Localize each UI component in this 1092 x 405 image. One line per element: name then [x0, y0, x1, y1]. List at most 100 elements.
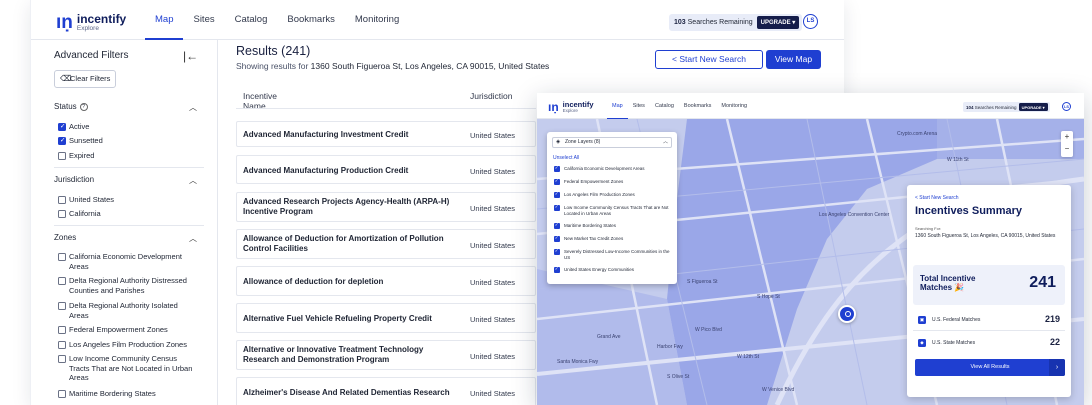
- filter-checkbox-california[interactable]: California: [58, 209, 101, 219]
- filter-checkbox-zone[interactable]: Delta Regional Authority Isolated Areas: [58, 301, 193, 320]
- filter-checkbox-zone[interactable]: Los Angeles Film Production Zones: [58, 340, 193, 350]
- map-window: ıṇ incentify Explore Map Sites Catalog B…: [537, 93, 1084, 405]
- filter-checkbox-sunsetted[interactable]: Sunsetted: [58, 136, 103, 146]
- layer-checkbox[interactable]: California Economic Development Areas: [554, 165, 672, 172]
- tab-map[interactable]: Map: [607, 93, 628, 119]
- searches-label: Searches Remaining: [687, 19, 753, 26]
- map-canvas[interactable]: Los Angeles Convention Center Crypto.com…: [537, 119, 1084, 405]
- layer-checkbox[interactable]: Los Angeles Film Production Zones: [554, 191, 672, 198]
- brand-logo[interactable]: ıṇ incentify Explore: [548, 100, 594, 114]
- filter-checkbox-zone[interactable]: Federal Empowerment Zones: [58, 325, 193, 335]
- start-new-search-button[interactable]: < Start New Search: [655, 50, 763, 69]
- checkbox[interactable]: [58, 210, 66, 218]
- checkbox[interactable]: [58, 302, 66, 310]
- table-row[interactable]: Alternative or Innovative Treatment Tech…: [236, 340, 536, 370]
- layer-checkbox[interactable]: Severely Distressed Low-Income Communiti…: [554, 248, 672, 261]
- brand-logo[interactable]: ıṇ incentify Explore: [56, 12, 126, 34]
- filter-checkbox-active[interactable]: Active: [58, 122, 89, 132]
- map-label: Harbor Fwy: [657, 344, 683, 350]
- start-new-search-link[interactable]: < Start New Search: [915, 195, 959, 201]
- location-pin-icon[interactable]: [838, 305, 856, 323]
- layer-checkbox[interactable]: Maritime Bordering States: [554, 222, 672, 229]
- tab-map[interactable]: Map: [145, 0, 184, 40]
- table-row[interactable]: Allowance of deduction for depletion Unit…: [236, 266, 536, 296]
- row-jurisdiction: United States: [470, 352, 516, 361]
- checkbox[interactable]: [58, 390, 66, 398]
- total-matches-box: Total Incentive Matches 🎉 241: [913, 265, 1065, 305]
- chevron-up-icon[interactable]: ︿: [189, 233, 197, 244]
- tab-monitoring[interactable]: Monitoring: [716, 93, 752, 119]
- upgrade-button[interactable]: UPGRADE ▾: [1018, 103, 1048, 111]
- tab-catalog[interactable]: Catalog: [225, 0, 278, 40]
- table-row[interactable]: Advanced Manufacturing Production Credit…: [236, 155, 536, 184]
- zones-section-header[interactable]: Zones: [54, 233, 76, 242]
- tab-monitoring[interactable]: Monitoring: [345, 0, 409, 40]
- chevron-up-icon[interactable]: ︿: [189, 175, 197, 186]
- tab-bookmarks[interactable]: Bookmarks: [679, 93, 717, 119]
- table-row[interactable]: Alzheimer's Disease And Related Dementia…: [236, 377, 536, 405]
- layer-checkbox[interactable]: Federal Empowerment Zones: [554, 178, 672, 185]
- checkbox-checked[interactable]: [554, 222, 560, 229]
- filter-checkbox-united-states[interactable]: United States: [58, 195, 114, 205]
- table-row[interactable]: Alternative Fuel Vehicle Refueling Prope…: [236, 303, 536, 333]
- filter-checkbox-zone[interactable]: Delta Regional Authority Distressed Coun…: [58, 276, 193, 295]
- tab-sites[interactable]: Sites: [628, 93, 650, 119]
- avatar[interactable]: LS: [1062, 102, 1071, 111]
- filter-checkbox-zone[interactable]: California Economic Development Areas: [58, 252, 193, 271]
- filter-checkbox-expired[interactable]: Expired: [58, 151, 94, 161]
- tab-catalog[interactable]: Catalog: [650, 93, 679, 119]
- collapse-sidebar-icon[interactable]: |←: [183, 49, 198, 63]
- checkbox[interactable]: [58, 326, 66, 334]
- row-jurisdiction: United States: [470, 241, 516, 250]
- filter-checkbox-zone[interactable]: Low Income Community Census Tracts That …: [58, 354, 193, 383]
- tab-bookmarks[interactable]: Bookmarks: [277, 0, 345, 40]
- filters-title: Advanced Filters: [54, 50, 129, 61]
- checkbox-checked[interactable]: [554, 204, 560, 211]
- status-section-header[interactable]: Status?: [54, 102, 88, 111]
- map-label: Los Angeles Convention Center: [819, 212, 890, 218]
- checkbox-checked[interactable]: [554, 191, 560, 198]
- checkbox-checked[interactable]: [554, 178, 560, 185]
- tab-sites[interactable]: Sites: [183, 0, 224, 40]
- checkbox[interactable]: [58, 196, 66, 204]
- checkbox-checked[interactable]: [554, 235, 560, 242]
- table-row[interactable]: Allowance of Deduction for Amortization …: [236, 229, 536, 259]
- checkbox-checked[interactable]: [58, 122, 66, 132]
- checkbox-checked[interactable]: [554, 165, 560, 172]
- checkbox-checked[interactable]: [58, 136, 66, 146]
- checkbox[interactable]: [58, 341, 66, 349]
- checkbox[interactable]: [58, 152, 66, 160]
- checkbox[interactable]: [58, 277, 66, 285]
- help-icon[interactable]: ?: [79, 102, 88, 111]
- table-row[interactable]: Advanced Manufacturing Investment Credit…: [236, 121, 536, 147]
- checkbox[interactable]: [58, 355, 66, 363]
- chevron-up-icon[interactable]: ︿: [189, 102, 197, 113]
- screenshot-stage: ıṇ incentify Explore Map Sites Catalog B…: [0, 0, 1092, 405]
- jurisdiction-section-header[interactable]: Jurisdiction: [54, 175, 94, 184]
- table-row[interactable]: Advanced Research Projects Agency-Health…: [236, 192, 536, 222]
- filter-checkbox-zone[interactable]: Maritime Bordering States: [58, 389, 193, 399]
- total-matches-value: 241: [1029, 274, 1056, 291]
- checkbox-checked[interactable]: [554, 266, 560, 273]
- column-header-jurisdiction[interactable]: Jurisdiction: [470, 91, 513, 101]
- unselect-all-link[interactable]: Unselect All: [553, 155, 579, 161]
- zone-layers-dropdown[interactable]: ◈ Zone Layers (8) ︿: [552, 137, 672, 148]
- avatar[interactable]: LS: [803, 14, 818, 29]
- top-navbar: ıṇ incentify Explore Map Sites Catalog B…: [537, 93, 1084, 119]
- row-jurisdiction: United States: [470, 389, 516, 398]
- incentives-summary-card: < Start New Search Incentives Summary Se…: [907, 185, 1071, 397]
- view-all-results-button[interactable]: View All Results ›: [915, 359, 1065, 376]
- zoom-out-button[interactable]: −: [1061, 143, 1073, 155]
- map-label: S Hope St: [757, 294, 780, 300]
- checkbox[interactable]: [58, 253, 66, 261]
- zoom-in-button[interactable]: +: [1061, 131, 1073, 143]
- checkbox-checked[interactable]: [554, 248, 560, 255]
- incentive-name: Advanced Manufacturing Investment Credit: [243, 130, 409, 139]
- upgrade-button[interactable]: UPGRADE ▾: [756, 16, 800, 29]
- layer-checkbox[interactable]: Low Income Community Census Tracts That …: [554, 204, 672, 217]
- layer-checkbox[interactable]: New Market Tax Credit Zones: [554, 235, 672, 242]
- layer-checkbox[interactable]: United States Energy Communities: [554, 266, 672, 273]
- view-map-button[interactable]: View Map: [766, 50, 821, 69]
- clear-filters-button[interactable]: ⌫ Clear Filters: [54, 70, 116, 88]
- divider: [236, 108, 536, 109]
